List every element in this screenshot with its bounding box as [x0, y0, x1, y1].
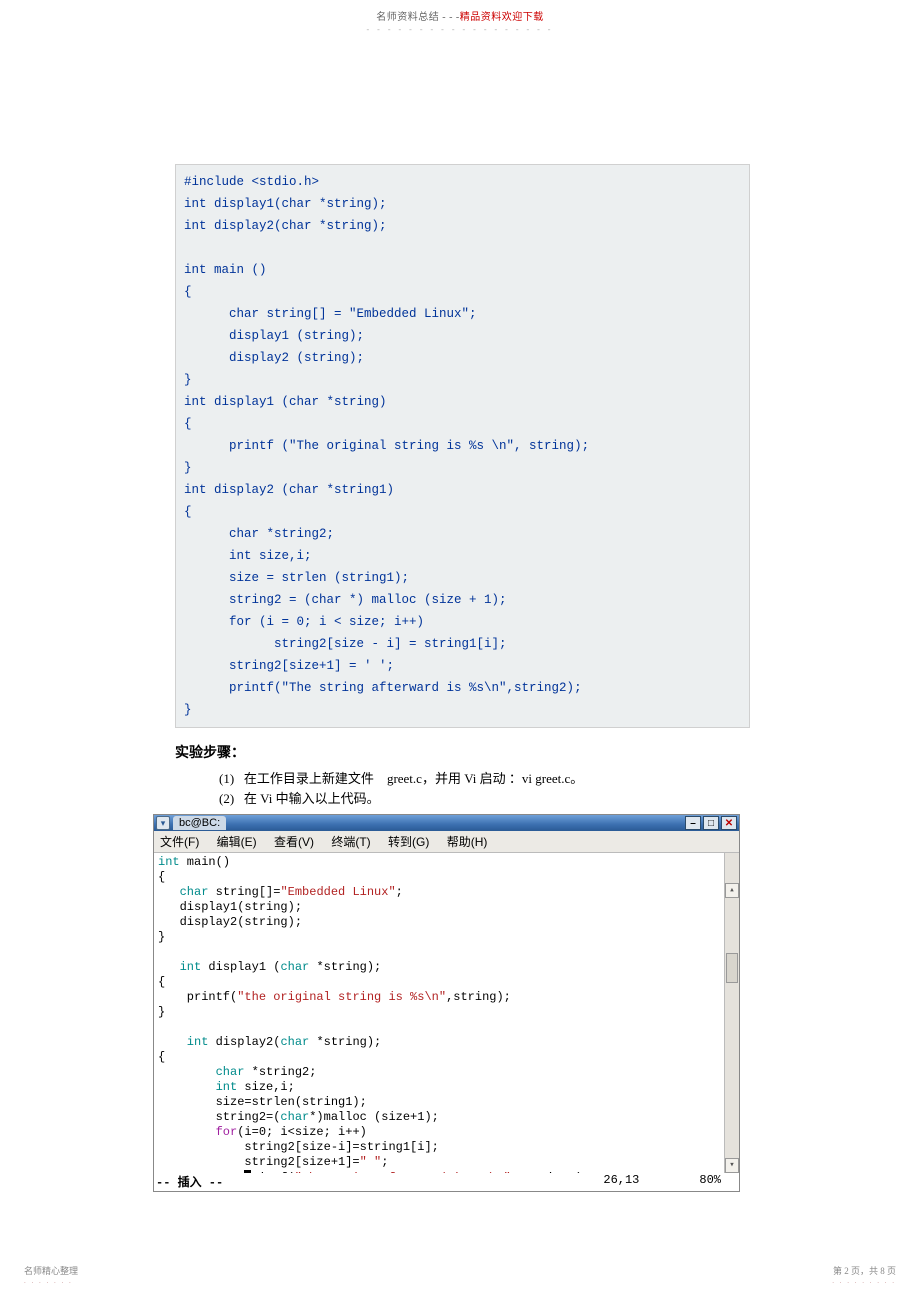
terminal-body[interactable]: int main() { char string[]="Embedded Lin…: [154, 853, 739, 1173]
t: string2[size-i]=string1[i];: [158, 1140, 439, 1154]
menu-help[interactable]: 帮助(H): [447, 835, 488, 849]
window-menu-icon[interactable]: ▾: [156, 816, 170, 830]
kw: char: [280, 1110, 309, 1124]
t: *)malloc (size+1);: [309, 1110, 439, 1124]
footer-right-dots: . . . . . . . . .: [832, 1277, 896, 1285]
code-block: #include <stdio.h> int display1(char *st…: [175, 164, 750, 728]
t: ;: [381, 1155, 388, 1169]
t: *string);: [309, 960, 381, 974]
footer-left: 名师精心整理 . . . . . . .: [24, 1264, 78, 1285]
scroll-thumb[interactable]: [726, 953, 738, 983]
footer-right: 第 2 页，共 8 页 . . . . . . . . .: [832, 1264, 896, 1285]
t: }: [158, 930, 165, 944]
str: "Embedded Linux": [280, 885, 395, 899]
steps-list: (1) 在工作目录上新建文件 greet.c，并用 Vi 启动 ：vi gree…: [175, 770, 750, 808]
header-dots: - - - - - - - - - - - - - - - - - -: [0, 25, 920, 34]
scroll-down-icon[interactable]: ▾: [725, 1158, 739, 1173]
header-prefix: 名师资料总结 - - -: [376, 12, 460, 23]
footer-right-label: 第 2 页，共 8 页: [832, 1264, 896, 1277]
t: display2(string);: [158, 915, 302, 929]
t: string2=(: [158, 1110, 280, 1124]
step-1-text-a: 在工作目录上新建文件: [244, 771, 374, 786]
t: }: [158, 1005, 165, 1019]
t: display1 (: [201, 960, 280, 974]
vi-mode: -- 插入 --: [156, 1173, 223, 1190]
minimize-button[interactable]: –: [685, 816, 701, 830]
page-header: 名师资料总结 - - -精品资料欢迎下载 - - - - - - - - - -…: [0, 0, 920, 34]
vi-status-bar: -- 插入 -- 26,13 80%: [154, 1173, 739, 1191]
step-2-num: (2): [219, 791, 234, 806]
window-title: bc@BC:: [173, 816, 226, 830]
menu-file[interactable]: 文件(F): [160, 835, 199, 849]
vi-position: 26,13: [603, 1173, 639, 1190]
terminal-window: ▾ bc@BC: – □ ✕ 文件(F) 编辑(E) 查看(V) 终端(T) 转…: [153, 814, 740, 1192]
t: (i=0; i<size; i++): [237, 1125, 367, 1139]
kw: char: [280, 1035, 309, 1049]
t: printf(: [158, 990, 237, 1004]
menu-goto[interactable]: 转到(G): [388, 835, 429, 849]
scroll-up-icon[interactable]: ▴: [725, 883, 739, 898]
kw: int: [158, 960, 201, 974]
t: ;: [396, 885, 403, 899]
kw: int: [158, 1035, 208, 1049]
t: size,i;: [237, 1080, 295, 1094]
kw: char: [158, 1065, 244, 1079]
t: ,string);: [446, 990, 511, 1004]
footer-left-dots: . . . . . . .: [24, 1277, 78, 1285]
step-1-num: (1): [219, 771, 234, 786]
t: , string2);: [511, 1171, 590, 1173]
menu-terminal[interactable]: 终端(T): [331, 835, 370, 849]
menu-edit[interactable]: 编辑(E): [217, 835, 257, 849]
str: "the string afterward is %s\n": [295, 1171, 511, 1173]
t: *string2;: [244, 1065, 316, 1079]
t: display2(: [208, 1035, 280, 1049]
section-title: 实验步骤：: [175, 742, 750, 762]
str: "the original string is %s\n": [237, 990, 446, 1004]
kw: int: [158, 855, 180, 869]
t: [158, 1171, 244, 1173]
step-2-text: 在 Vi 中输入以上代码。: [244, 791, 380, 806]
t: size=strlen(string1);: [158, 1095, 367, 1109]
header-suffix: 精品资料欢迎下载: [460, 12, 544, 23]
t: string2[size+1]=: [158, 1155, 360, 1169]
t: *string);: [309, 1035, 381, 1049]
menubar: 文件(F) 编辑(E) 查看(V) 终端(T) 转到(G) 帮助(H): [154, 831, 739, 853]
t: ringf(: [251, 1171, 294, 1173]
kw: int: [158, 1080, 237, 1094]
t: string[]=: [208, 885, 280, 899]
menu-view[interactable]: 查看(V): [274, 835, 314, 849]
kw: char: [280, 960, 309, 974]
footer-left-label: 名师精心整理: [24, 1264, 78, 1277]
vi-percent: 80%: [699, 1173, 721, 1190]
kw: for: [158, 1125, 237, 1139]
t: {: [158, 1050, 165, 1064]
str: " ": [360, 1155, 382, 1169]
t: {: [158, 870, 165, 884]
step-1-text-b: greet.c，并用 Vi 启动 ：vi greet.c。: [387, 771, 583, 786]
t: main(): [180, 855, 230, 869]
titlebar: ▾ bc@BC: – □ ✕: [154, 815, 739, 831]
t: {: [158, 975, 165, 989]
t: display1(string);: [158, 900, 302, 914]
close-button[interactable]: ✕: [721, 816, 737, 830]
scrollbar[interactable]: ▴ ▾: [724, 853, 739, 1173]
maximize-button[interactable]: □: [703, 816, 719, 830]
kw: char: [158, 885, 208, 899]
